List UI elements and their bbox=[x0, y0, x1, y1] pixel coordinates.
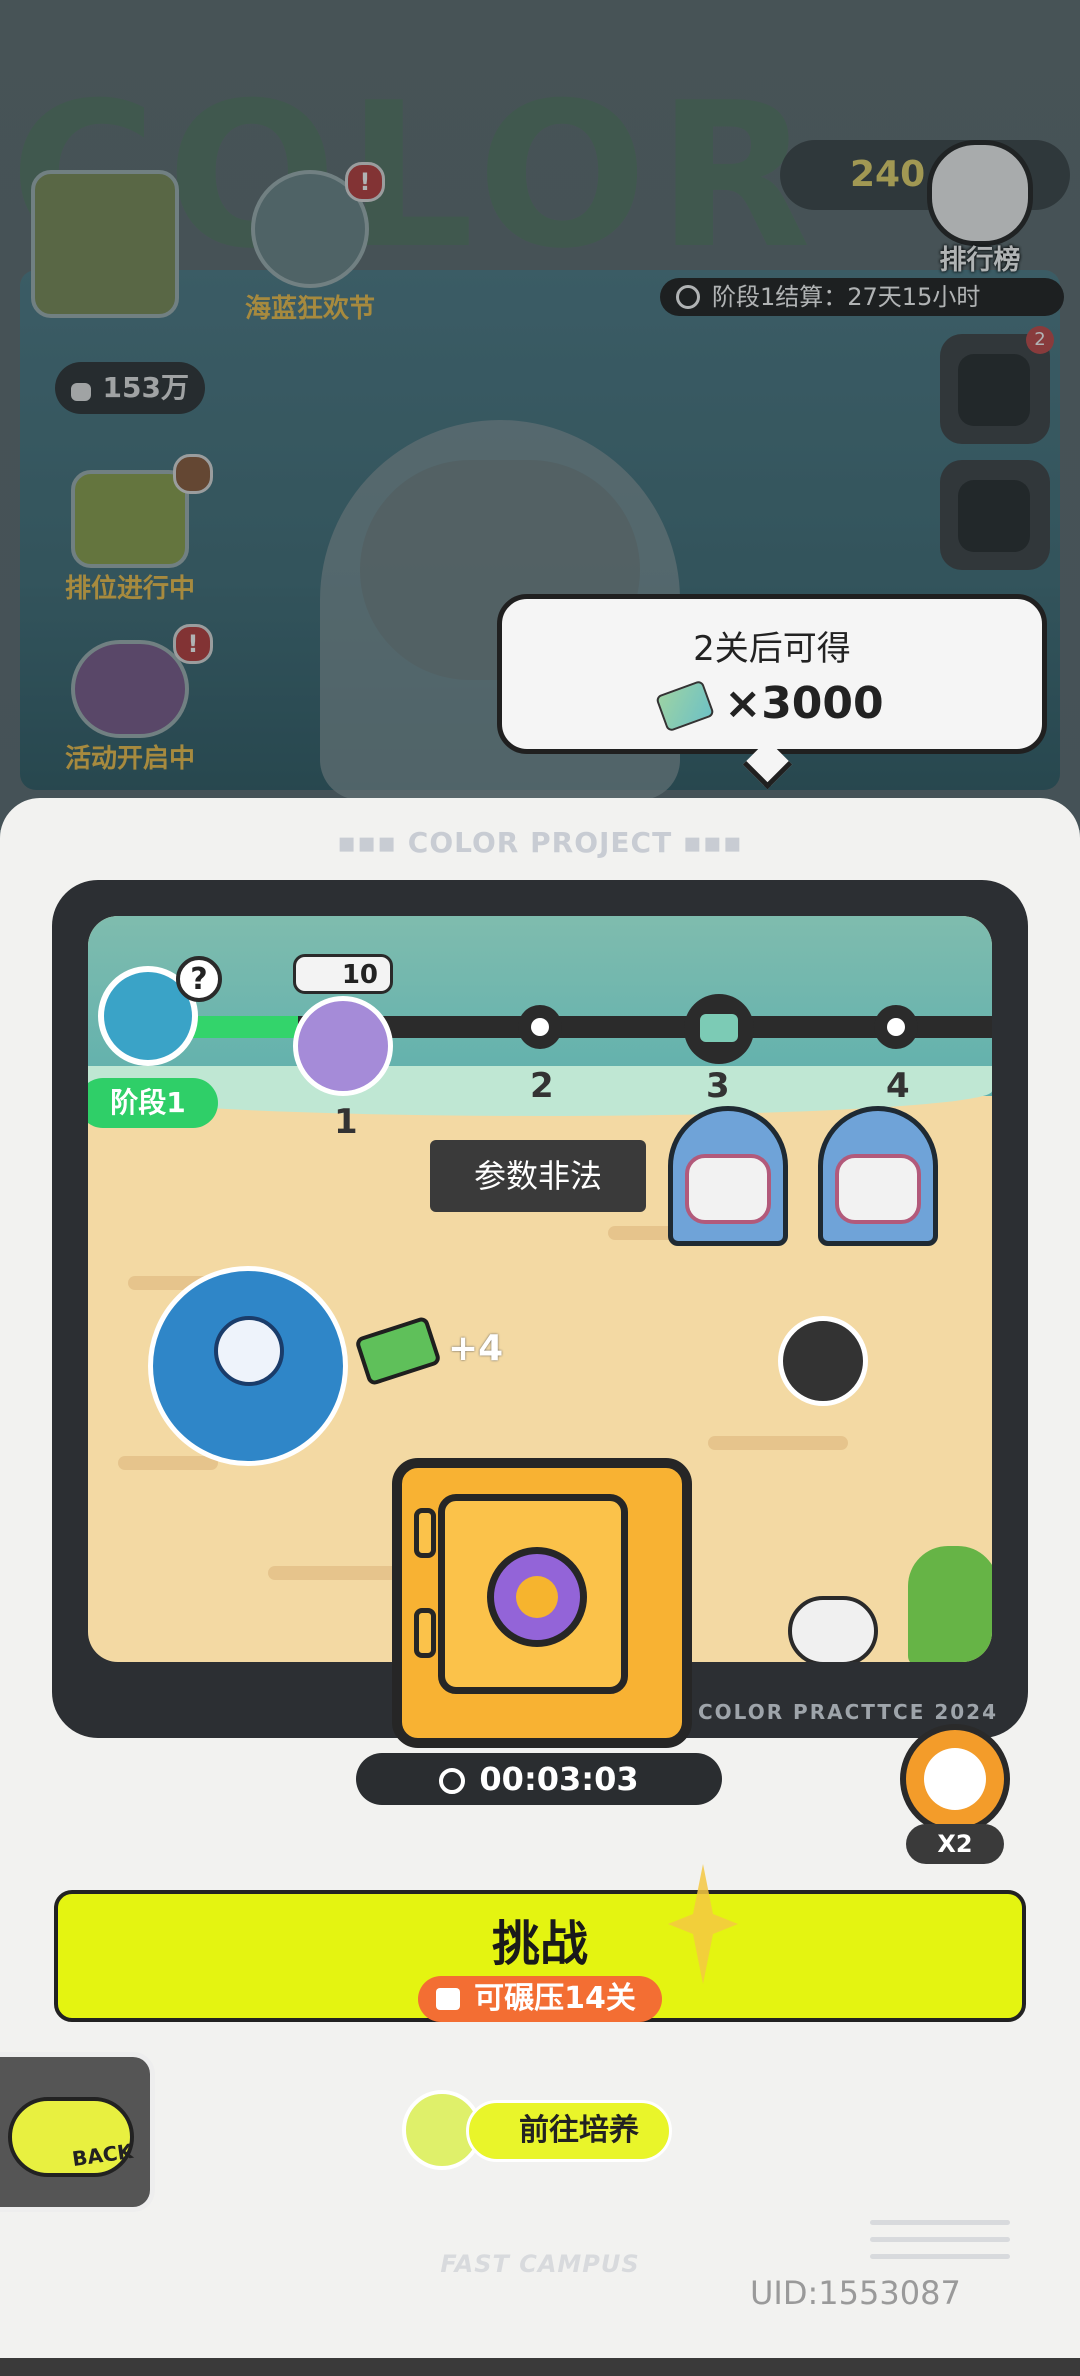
stage-node-3-reward[interactable] bbox=[684, 994, 754, 1064]
uid-text: UID:1553087 bbox=[750, 2274, 961, 2312]
safe-hinge bbox=[414, 1608, 436, 1658]
clock-icon bbox=[439, 1768, 466, 1794]
ticket-icon bbox=[700, 1014, 738, 1042]
money-icon bbox=[354, 1315, 442, 1387]
error-toast: 参数非法 bbox=[430, 1140, 646, 1212]
shark-enemy bbox=[663, 1096, 793, 1246]
reward-tooltip: 2关后可得 ×3000 bbox=[497, 594, 1047, 790]
shark-mouth bbox=[835, 1154, 921, 1224]
money-gain: +4 bbox=[448, 1328, 504, 1369]
palm-tree bbox=[908, 1546, 992, 1662]
bottom-bar bbox=[0, 2358, 1080, 2376]
player-avatar bbox=[293, 996, 393, 1096]
pirate-enemy bbox=[788, 1596, 878, 1662]
challenge-button[interactable]: 挑战 可碾压14关 bbox=[54, 1864, 1026, 2022]
idle-timer: 00:03:03 bbox=[356, 1753, 722, 1805]
alarm-clock-face bbox=[924, 1748, 986, 1810]
go-train-button[interactable]: 前往培养 bbox=[402, 2090, 674, 2170]
safe-door bbox=[438, 1494, 628, 1694]
frame-label: COLOR PRACTTCE 2024 bbox=[697, 1700, 998, 1724]
stage-node-2[interactable] bbox=[518, 1005, 562, 1049]
alarm-multiplier: X2 bbox=[906, 1824, 1004, 1864]
node-dot bbox=[887, 1018, 905, 1036]
bomb-enemy bbox=[778, 1316, 868, 1406]
safe-dial-icon bbox=[487, 1547, 587, 1647]
ticket-icon bbox=[655, 679, 716, 733]
sand-dune bbox=[708, 1436, 848, 1450]
tooltip-title: 2关后可得 bbox=[693, 629, 851, 669]
stage-node-4[interactable] bbox=[874, 1005, 918, 1049]
alarm-clock-icon bbox=[900, 1724, 1010, 1834]
node-dot bbox=[531, 1018, 549, 1036]
stage-chip: 阶段1 bbox=[88, 1078, 218, 1128]
player-count-value: 10 bbox=[341, 960, 378, 990]
sparkle-icon bbox=[668, 1864, 738, 1984]
speedup-alarm-button[interactable]: X2 bbox=[900, 1724, 1010, 1864]
sweep-icon bbox=[436, 1988, 461, 2010]
safe-hinge bbox=[414, 1508, 436, 1558]
main-panel: ▪▪▪ COLOR PROJECT ▪▪▪ ? 10 1 2 3 4 阶段1 参… bbox=[0, 798, 1080, 2358]
progress-track-fill bbox=[188, 1016, 298, 1038]
challenge-title: 挑战 bbox=[491, 1916, 588, 1972]
safe-dial-core bbox=[516, 1576, 558, 1618]
shark-enemy bbox=[813, 1096, 943, 1246]
timer-value: 00:03:03 bbox=[479, 1760, 639, 1798]
reward-safe[interactable] bbox=[392, 1458, 692, 1748]
sweep-text: 可碾压14关 bbox=[474, 1981, 636, 2016]
panel-header: ▪▪▪ COLOR PROJECT ▪▪▪ bbox=[337, 826, 743, 859]
shark-mouth bbox=[685, 1154, 771, 1224]
help-button[interactable]: ? bbox=[176, 956, 222, 1002]
volleyball-icon bbox=[214, 1316, 284, 1386]
player-count-badge: 10 bbox=[293, 954, 393, 994]
sweep-badge: 可碾压14关 bbox=[418, 1976, 662, 2022]
back-button[interactable]: BACK bbox=[0, 2052, 155, 2212]
go-train-label: 前往培养 bbox=[466, 2100, 672, 2162]
node-number-2: 2 bbox=[530, 1066, 554, 1106]
node-number-1: 1 bbox=[334, 1102, 358, 1142]
tooltip-reward-amount: ×3000 bbox=[724, 678, 884, 729]
player-character bbox=[148, 1256, 358, 1486]
tooltip-reward: ×3000 bbox=[502, 678, 1042, 733]
